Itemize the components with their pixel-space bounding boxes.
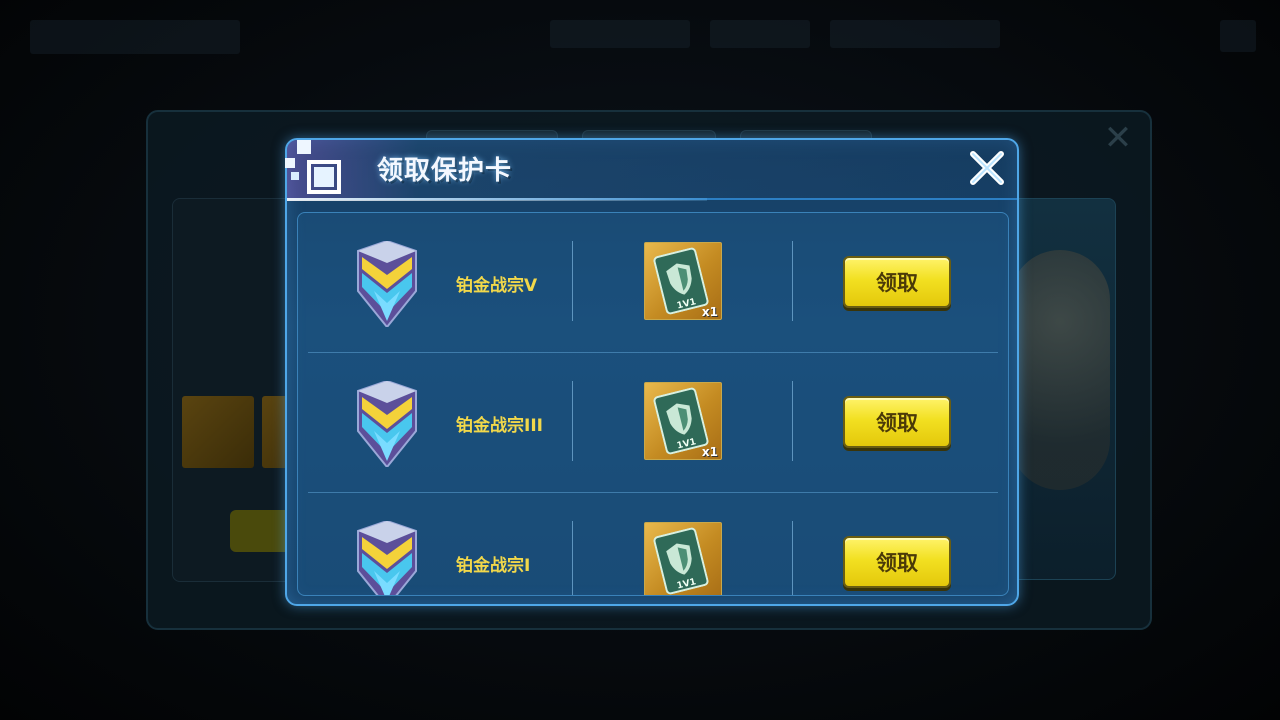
reward-row: 铂金战宗III 1V1 x1 领取	[298, 353, 1008, 493]
rank-name: 铂金战宗I	[456, 556, 531, 576]
platinum-rank-badge-icon	[357, 521, 417, 595]
rank-name: 铂金战宗V	[456, 276, 538, 296]
background-item	[182, 396, 254, 468]
title-decoration-icon	[285, 140, 341, 194]
reward-item[interactable]: 1V1	[644, 522, 722, 595]
reward-item[interactable]: 1V1 x1	[644, 382, 722, 460]
header-glow-line	[287, 198, 707, 201]
dialog-header: 领取保护卡	[285, 140, 1017, 200]
rank-name: 铂金战宗III	[456, 416, 543, 436]
divider	[792, 381, 793, 461]
reward-item[interactable]: 1V1 x1	[644, 242, 722, 320]
reward-row: 铂金战宗V 1V1 x1 领取	[298, 213, 1008, 353]
platinum-rank-badge-icon	[357, 241, 417, 327]
close-icon[interactable]	[967, 148, 1007, 188]
divider	[792, 521, 793, 595]
claim-button[interactable]: 领取	[843, 536, 951, 588]
claim-button[interactable]: 领取	[843, 256, 951, 308]
claim-button[interactable]: 领取	[843, 396, 951, 448]
divider	[572, 381, 573, 461]
item-count: x1	[701, 445, 718, 459]
protection-card-icon: 1V1	[653, 527, 709, 595]
divider	[792, 241, 793, 321]
background-character	[1010, 250, 1110, 490]
claim-protection-card-dialog: 领取保护卡 铂金战宗V 1V1 x1 领取 铂金战宗III 1V1 x1 领取 …	[285, 138, 1019, 606]
reward-list[interactable]: 铂金战宗V 1V1 x1 领取 铂金战宗III 1V1 x1 领取 铂金战宗I …	[297, 212, 1009, 596]
item-count: x1	[701, 305, 718, 319]
background-top-bar	[0, 0, 1280, 80]
divider	[572, 241, 573, 321]
platinum-rank-badge-icon	[357, 381, 417, 467]
divider	[572, 521, 573, 595]
background-close-icon: ✕	[1103, 118, 1133, 158]
dialog-title: 领取保护卡	[377, 156, 513, 186]
reward-row: 铂金战宗I 1V1 领取	[298, 493, 1008, 595]
